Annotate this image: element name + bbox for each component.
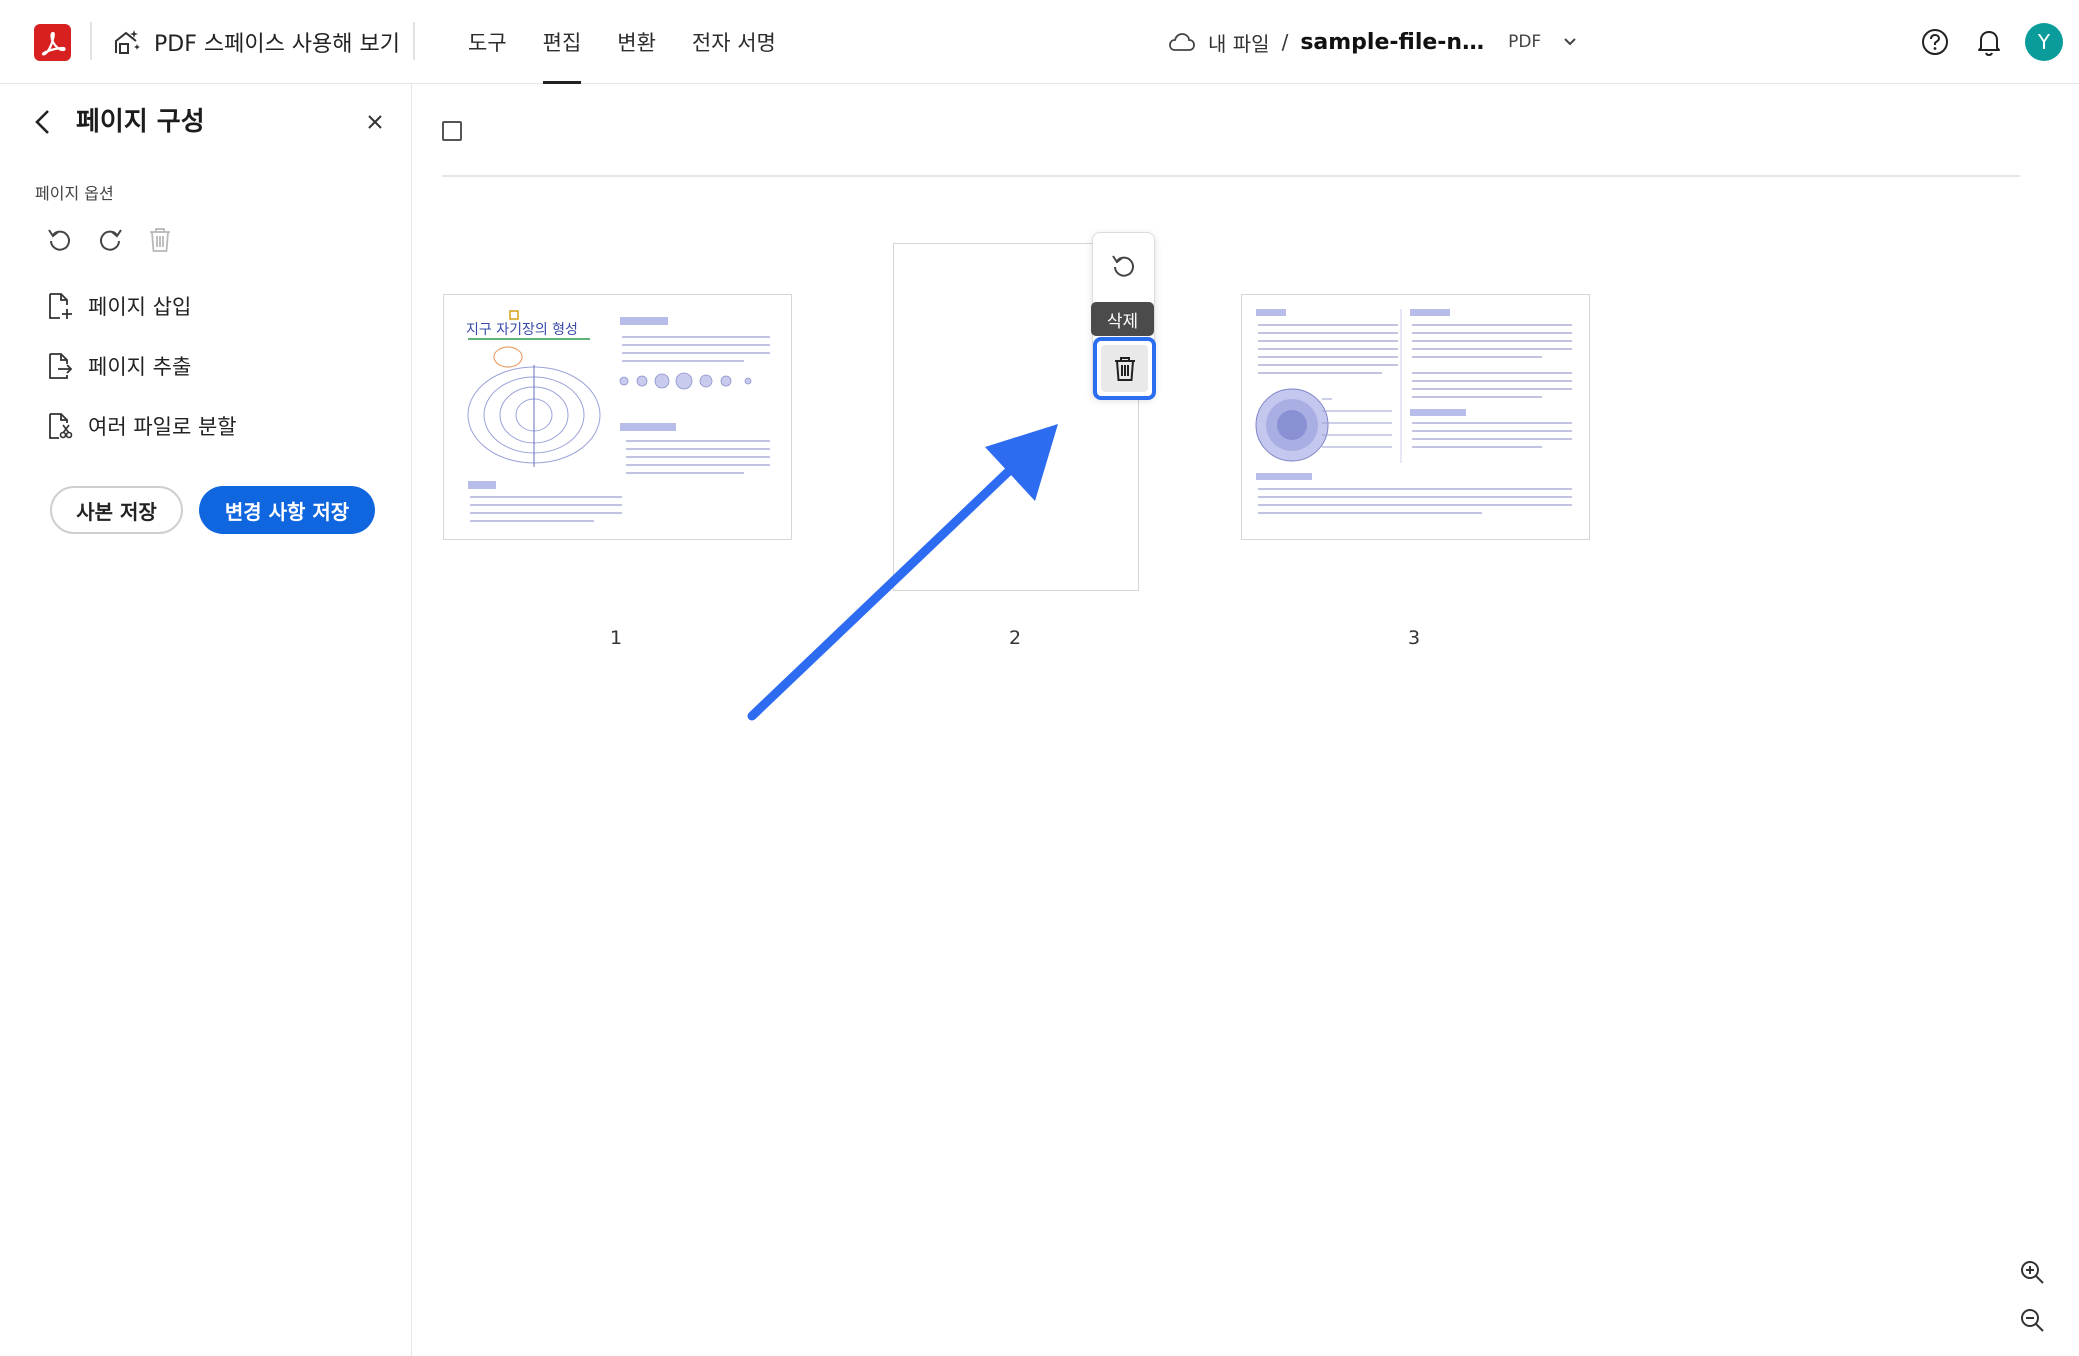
rotate-right-button[interactable] xyxy=(92,222,128,258)
save-copy-button[interactable]: 사본 저장 xyxy=(50,486,183,534)
extract-page-label: 페이지 추출 xyxy=(88,355,192,379)
extract-page-icon xyxy=(49,353,73,379)
page-number-2: 2 xyxy=(1008,627,1022,649)
nav-tab-label: 변환 xyxy=(617,31,656,55)
nav-tab-tools[interactable]: 도구 xyxy=(450,0,525,84)
file-type-label: PDF xyxy=(1508,32,1542,52)
save-changes-button[interactable]: 변경 사항 저장 xyxy=(199,486,375,534)
page-options-toolbar xyxy=(42,222,178,258)
split-file-button[interactable]: 여러 파일로 분할 xyxy=(46,406,237,446)
spaces-sparkle-icon xyxy=(115,30,140,54)
breadcrumb-filename[interactable]: sample-file-n… xyxy=(1300,30,1484,55)
delete-page-button-face xyxy=(1101,345,1148,392)
bell-icon xyxy=(1978,31,2000,57)
page-3-preview xyxy=(1255,309,1572,514)
zoom-out-icon xyxy=(2021,1309,2044,1332)
extract-page-button[interactable]: 페이지 추출 xyxy=(46,346,191,386)
rotate-counterclockwise-icon xyxy=(1112,255,1134,277)
breadcrumb-my-files[interactable]: 내 파일 xyxy=(1208,28,1270,57)
toolbar-divider xyxy=(442,175,2020,177)
close-icon xyxy=(368,115,382,129)
rotate-counterclockwise-icon xyxy=(48,229,70,251)
zoom-in-icon xyxy=(2021,1261,2044,1284)
file-breadcrumb: 내 파일 / sample-file-n… PDF xyxy=(1168,24,1581,60)
header-divider xyxy=(90,22,92,60)
page-number-1: 1 xyxy=(609,627,623,649)
split-file-label: 여러 파일로 분할 xyxy=(88,415,237,439)
main-nav: 도구 편집 변환 전자 서명 xyxy=(450,0,794,84)
insert-page-button[interactable]: 페이지 삽입 xyxy=(46,286,191,326)
nav-tab-e-sign[interactable]: 전자 서명 xyxy=(674,0,794,84)
insert-page-label: 페이지 삽입 xyxy=(88,295,192,319)
delete-pages-button[interactable] xyxy=(142,222,178,258)
rotate-page-button[interactable] xyxy=(1105,247,1143,285)
delete-page-button[interactable] xyxy=(1093,337,1156,400)
nav-tab-edit[interactable]: 편집 xyxy=(525,0,600,84)
zoom-out-button[interactable] xyxy=(2014,1302,2050,1338)
nav-tab-label: 전자 서명 xyxy=(691,31,776,55)
breadcrumb-separator: / xyxy=(1281,30,1289,54)
split-file-icon xyxy=(49,413,73,439)
trash-icon xyxy=(1114,356,1135,381)
app-header: PDF 스페이스 사용해 보기 도구 편집 변환 전자 서명 내 파일 / sa… xyxy=(0,0,2079,84)
organize-pages-panel: 페이지 구성 페이지 옵션 페이지 삽입 페이지 추출 여러 파일로 분할 사본… xyxy=(0,84,412,1356)
acrobat-logo[interactable] xyxy=(34,24,71,61)
page-thumbnail-3[interactable] xyxy=(1241,294,1590,540)
delete-tooltip: 삭제 xyxy=(1091,302,1154,336)
help-button[interactable] xyxy=(1917,24,1953,60)
page-1-heading: 지구 자기장의 형성 xyxy=(466,322,578,338)
back-button[interactable] xyxy=(30,104,56,140)
nav-tab-label: 도구 xyxy=(468,31,507,55)
page-thumbnail-1[interactable]: 지구 자기장의 형성 xyxy=(443,294,792,540)
page-number-3: 3 xyxy=(1407,627,1421,649)
insert-page-icon xyxy=(49,293,72,319)
select-all-checkbox[interactable] xyxy=(442,121,462,141)
trash-icon xyxy=(150,228,170,252)
chevron-down-icon[interactable] xyxy=(1559,31,1581,53)
panel-title: 페이지 구성 xyxy=(76,107,205,137)
acrobat-logo-icon xyxy=(41,31,66,56)
cloud-icon xyxy=(1169,33,1195,51)
try-pdf-spaces-button[interactable]: PDF 스페이스 사용해 보기 xyxy=(112,24,400,60)
nav-tab-label: 편집 xyxy=(542,31,582,55)
notifications-button[interactable] xyxy=(1971,24,2007,60)
page-options-label: 페이지 옵션 xyxy=(35,184,114,203)
help-icon xyxy=(1922,29,1948,55)
try-pdf-spaces-label: PDF 스페이스 사용해 보기 xyxy=(154,32,401,57)
chevron-left-icon xyxy=(35,110,49,134)
header-divider xyxy=(413,22,415,60)
avatar-initial: Y xyxy=(2037,30,2051,54)
close-panel-button[interactable] xyxy=(361,108,389,136)
nav-tab-convert[interactable]: 변환 xyxy=(599,0,674,84)
user-avatar[interactable]: Y xyxy=(2025,23,2063,61)
rotate-left-button[interactable] xyxy=(42,222,78,258)
rotate-clockwise-icon xyxy=(100,229,122,251)
zoom-in-button[interactable] xyxy=(2014,1254,2050,1290)
